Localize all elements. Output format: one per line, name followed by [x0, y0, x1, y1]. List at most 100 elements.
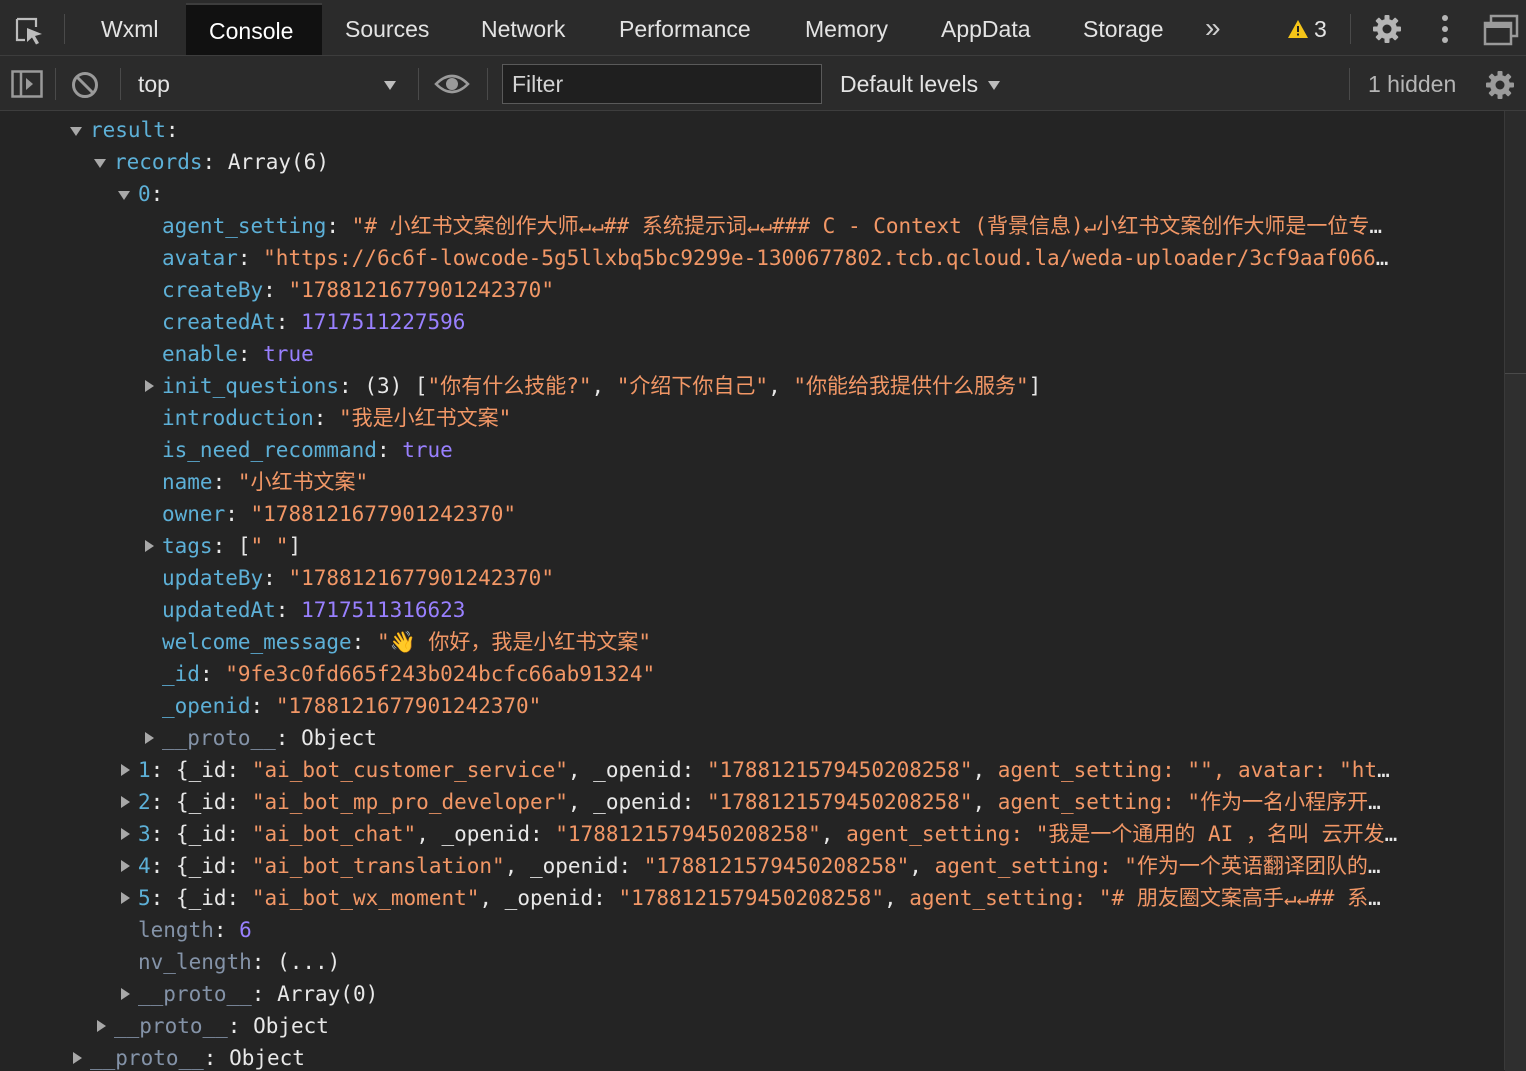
expand-arrow-icon[interactable] — [70, 127, 82, 136]
tree-row-proto[interactable]: __proto__: Object — [0, 722, 1504, 754]
settings-gear-icon[interactable] — [1372, 14, 1402, 44]
tree-row-init-questions[interactable]: init_questions: (3) ["你有什么技能?", "介绍下你自己"… — [0, 370, 1504, 402]
filter-input[interactable] — [502, 64, 822, 104]
getter-invoke[interactable]: (...) — [277, 950, 340, 974]
tab-memory[interactable]: Memory — [782, 3, 911, 55]
hidden-messages-count: 1 hidden — [1368, 71, 1457, 97]
tree-row-record-0[interactable]: 0: — [0, 178, 1504, 210]
tree-row-updatedat: updatedAt: 1717511316623 — [162, 598, 466, 622]
console-scrollbar[interactable] — [1504, 111, 1526, 1071]
tree-row-result-proto[interactable]: __proto__: Object — [0, 1010, 1504, 1042]
string-value: "1788121579450208258" — [706, 758, 973, 782]
property-key: _id — [162, 662, 200, 686]
expand-arrow-icon[interactable] — [97, 1020, 106, 1032]
string-value: "1788121579450208258" — [618, 886, 884, 910]
property-value: Array(6) — [227, 150, 329, 174]
property-key: init_questions — [162, 374, 340, 398]
tree-row-record-4[interactable]: 4: {_id: "ai_bot_translation", _openid: … — [0, 850, 1504, 882]
tree-row-nv-length[interactable]: nv_length: (...) — [0, 946, 1504, 978]
tab-network[interactable]: Network — [458, 3, 588, 55]
expand-arrow-icon[interactable] — [121, 828, 130, 840]
property-key: name — [162, 470, 213, 494]
live-expression-eye-icon[interactable] — [434, 72, 470, 96]
tab-performance[interactable]: Performance — [596, 3, 774, 55]
chevron-down-icon — [384, 81, 396, 90]
property-key: result — [90, 118, 166, 142]
property-key: _openid — [162, 694, 251, 718]
console-settings-gear-icon[interactable] — [1485, 70, 1515, 100]
tab-appdata[interactable]: AppData — [918, 3, 1054, 55]
inspect-element-icon[interactable] — [14, 16, 44, 46]
tree-row-record-5[interactable]: 5: {_id: "ai_bot_wx_moment", _openid: "1… — [0, 882, 1504, 914]
tab-storage[interactable]: Storage — [1060, 3, 1187, 55]
tree-row-avatar: avatar: "https://6c6f-lowcode-5g5llxbq5b… — [162, 246, 1389, 270]
tree-row-record-3[interactable]: 3: {_id: "ai_bot_chat", _openid: "178812… — [0, 818, 1504, 850]
property-key: tags — [162, 534, 213, 558]
tree-row-records[interactable]: records: Array(6) — [0, 146, 1504, 178]
expand-arrow-icon[interactable] — [121, 764, 130, 776]
tab-separator — [1350, 14, 1351, 44]
expand-arrow-icon[interactable] — [73, 1052, 82, 1064]
context-selector[interactable]: top — [122, 68, 414, 100]
expand-arrow-icon[interactable] — [121, 860, 130, 872]
string-value: "1788121579450208258" — [643, 854, 910, 878]
string-value: "1788121677901242370" — [275, 694, 542, 718]
expand-arrow-icon[interactable] — [145, 732, 154, 744]
tree-row-tags[interactable]: tags: [" "] — [0, 530, 1504, 562]
expand-arrow-icon[interactable] — [94, 159, 106, 168]
property-key: __proto__ — [114, 1014, 228, 1038]
warnings-counter[interactable]: 3 — [1288, 14, 1327, 44]
scrollbar-thumb[interactable] — [1505, 373, 1526, 1071]
tree-row-outer-proto[interactable]: __proto__: Object — [0, 1042, 1504, 1070]
toolbar-separator — [418, 68, 419, 100]
array-index: 0 — [138, 182, 151, 206]
property-key: avatar — [162, 246, 238, 270]
tree-row-welcome-message: welcome_message: "👋 你好，我是小红书文案" — [162, 630, 652, 654]
clear-console-icon[interactable] — [71, 71, 99, 99]
array-index: 1 — [138, 758, 151, 782]
kebab-menu-icon[interactable] — [1440, 14, 1450, 44]
url-link[interactable]: "https://6c6f-lowcode-5g5llxbq5bc9299e-1… — [263, 246, 1376, 270]
expand-arrow-icon[interactable] — [145, 380, 154, 392]
expand-arrow-icon[interactable] — [118, 191, 130, 200]
property-key: length — [138, 918, 214, 942]
tree-row-record-1[interactable]: 1: {_id: "ai_bot_customer_service", _ope… — [0, 754, 1504, 786]
devtools-tab-bar: Wxml Console Sources Network Performance… — [0, 0, 1526, 56]
expand-arrow-icon[interactable] — [145, 540, 154, 552]
toolbar-separator — [1349, 68, 1350, 100]
string-value: "👋 你好，我是小红书文案" — [376, 630, 652, 654]
context-label: top — [138, 71, 170, 97]
string-value: "ai_bot_mp_pro_developer" — [251, 790, 568, 814]
expand-arrow-icon[interactable] — [121, 988, 130, 1000]
string-value: "# 小红书文案创作大师↵↵## 系统提示词↵↵### C - Context … — [351, 214, 1370, 238]
tab-sources[interactable]: Sources — [322, 3, 452, 55]
string-value: "介绍下你自己" — [616, 374, 769, 398]
tab-console[interactable]: Console — [186, 3, 322, 55]
tree-row-result[interactable]: result: — [0, 114, 1504, 146]
property-key: __proto__ — [90, 1046, 204, 1070]
expand-arrow-icon[interactable] — [121, 796, 130, 808]
expand-arrow-icon[interactable] — [121, 892, 130, 904]
string-value: "ai_bot_customer_service" — [251, 758, 568, 782]
property-key: welcome_message — [162, 630, 352, 654]
tree-row-createby: createBy: "1788121677901242370" — [162, 278, 554, 302]
console-toolbar: top Default levels 1 hidden — [0, 56, 1526, 111]
property-key: records — [114, 150, 203, 174]
chevron-down-icon — [988, 81, 1001, 91]
array-count: (3) — [364, 374, 403, 398]
more-tabs-icon[interactable]: » — [1205, 12, 1221, 44]
sidebar-toggle-icon[interactable] — [11, 70, 43, 98]
tab-wxml[interactable]: Wxml — [78, 3, 181, 55]
number-value: 1717511227596 — [301, 310, 466, 334]
object-preview-tail: agent_setting: "作为一个英语翻译团队的 — [934, 854, 1368, 878]
tree-row-records-proto[interactable]: __proto__: Array(0) — [0, 978, 1504, 1010]
string-value: "ai_bot_wx_moment" — [251, 886, 480, 910]
tree-row-is-need-recommand: is_need_recommand: true — [162, 438, 453, 462]
tree-row-enable: enable: true — [162, 342, 314, 366]
property-value: Object — [229, 1046, 305, 1070]
undock-window-icon[interactable] — [1483, 14, 1519, 46]
log-levels-dropdown[interactable]: Default levels — [840, 68, 1001, 100]
property-key: __proto__ — [138, 982, 252, 1006]
tree-row-record-2[interactable]: 2: {_id: "ai_bot_mp_pro_developer", _ope… — [0, 786, 1504, 818]
string-value: "小红书文案" — [237, 470, 369, 494]
